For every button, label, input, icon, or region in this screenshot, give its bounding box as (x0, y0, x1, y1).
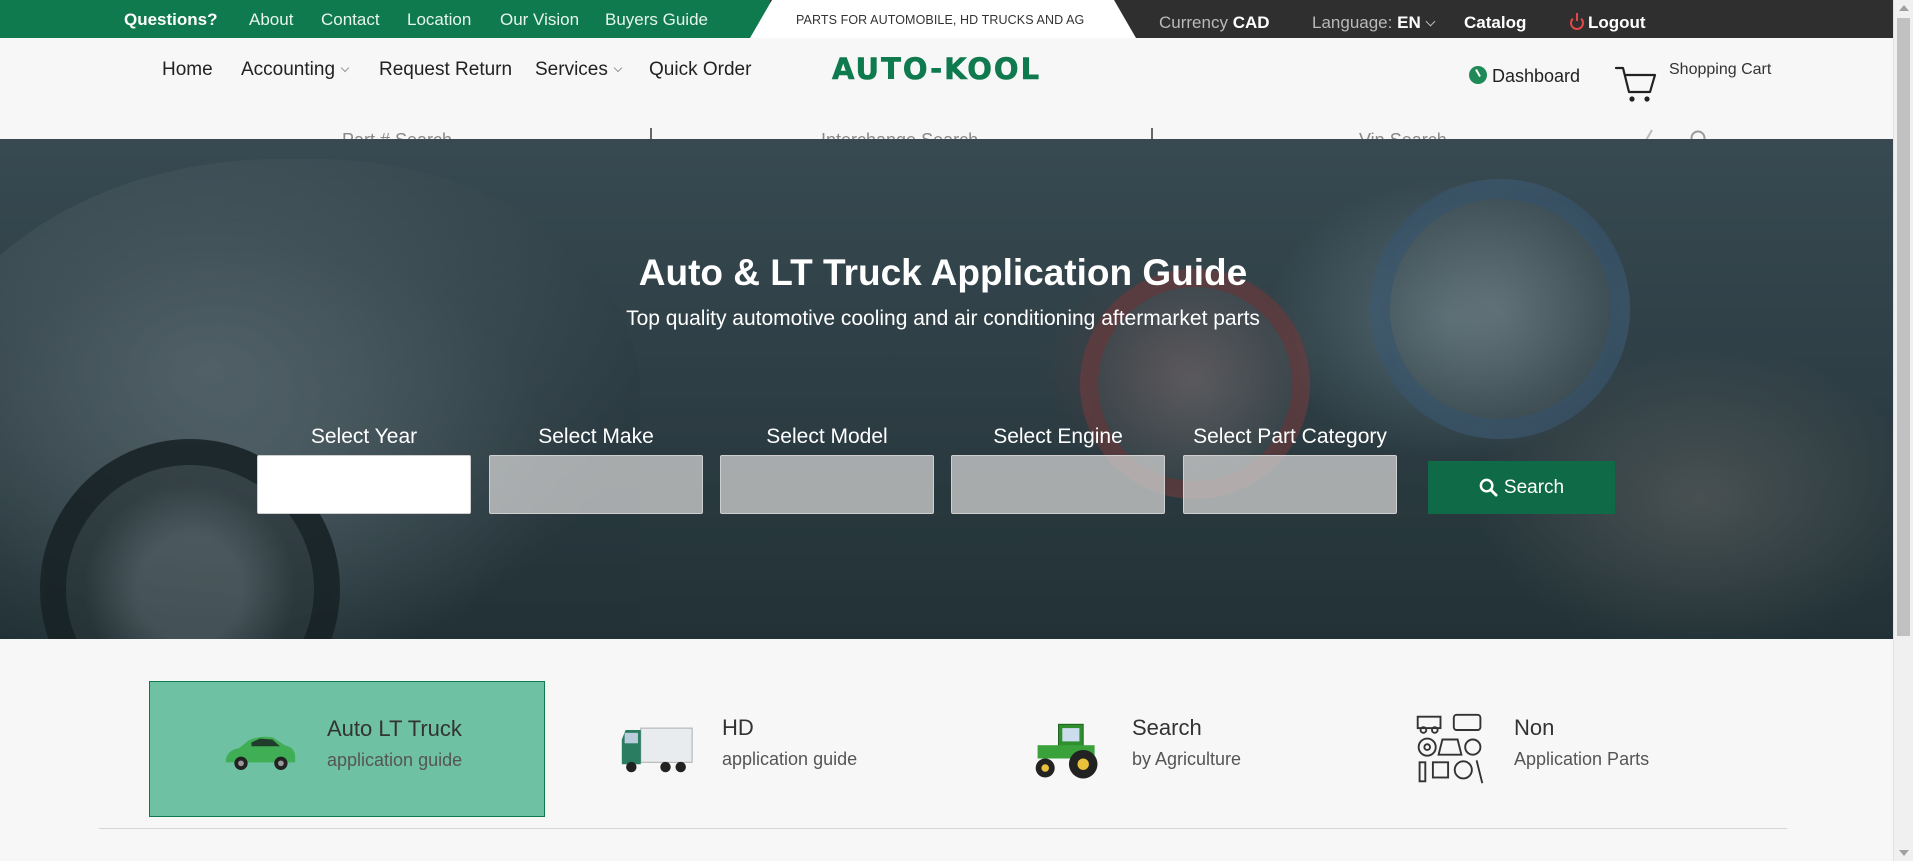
shopping-cart-icon[interactable] (1614, 64, 1658, 104)
select-part-category-dropdown[interactable] (1183, 455, 1397, 514)
search-icon (1479, 478, 1498, 497)
language-selector[interactable]: Language: EN (1312, 0, 1436, 38)
category-subtitle: application guide (722, 749, 858, 769)
select-engine-dropdown[interactable] (951, 455, 1165, 514)
category-non-application[interactable]: Non Application Parts (1337, 681, 1733, 817)
location-link[interactable]: Location (407, 0, 471, 38)
hero-subtitle: Top quality automotive cooling and air c… (626, 307, 1260, 330)
nav-services[interactable]: Services (535, 59, 623, 81)
select-make-dropdown[interactable] (489, 455, 703, 514)
category-hd[interactable]: HD application guide (545, 681, 941, 817)
category-subtitle: by Agriculture (1132, 749, 1242, 769)
nav-accounting[interactable]: Accounting (241, 59, 350, 81)
auto-kool-logo[interactable]: AUTO-KOOL (832, 52, 1041, 87)
hero-overlay (0, 139, 1893, 639)
parts-icon (1416, 713, 1484, 784)
search-button-label: Search (1503, 476, 1565, 498)
scrollbar-thumb[interactable] (1897, 18, 1910, 636)
questions-link[interactable]: Questions? (124, 0, 218, 38)
contact-link[interactable]: Contact (321, 0, 380, 38)
hero-title: Auto & LT Truck Application Guide (638, 252, 1248, 293)
select-year-label: Select Year (310, 425, 418, 448)
nav-home[interactable]: Home (162, 59, 213, 81)
category-title: Search (1132, 715, 1202, 740)
nav-accounting-label: Accounting (241, 59, 336, 80)
chevron-down-icon (340, 63, 350, 73)
shopping-cart-link[interactable]: Shopping Cart (1669, 61, 1771, 79)
nav-quick-order[interactable]: Quick Order (649, 59, 751, 81)
select-part-category-label: Select Part Category (1193, 425, 1387, 448)
tagline-text: PARTS FOR AUTOMOBILE, HD TRUCKS AND AG (796, 13, 1085, 27)
scroll-down-arrow-icon[interactable] (1899, 850, 1909, 856)
buyers-guide-link[interactable]: Buyers Guide (605, 0, 708, 38)
green-car-icon (225, 736, 296, 770)
search-button[interactable]: Search (1428, 461, 1615, 514)
select-model-dropdown[interactable] (720, 455, 934, 514)
select-model-label: Select Model (766, 425, 888, 448)
category-subtitle: Application Parts (1514, 749, 1650, 769)
category-agriculture[interactable]: Search by Agriculture (955, 681, 1351, 817)
chevron-down-icon (1425, 16, 1436, 27)
catalog-link[interactable]: Catalog (1464, 0, 1526, 38)
chevron-down-icon (613, 63, 623, 73)
select-make-label: Select Make (538, 425, 654, 448)
tractor-icon (1035, 723, 1098, 779)
currency-value: CAD (1232, 13, 1270, 32)
scroll-up-arrow-icon[interactable] (1899, 5, 1909, 11)
category-title: Non (1514, 715, 1555, 740)
category-subtitle: application guide (327, 750, 463, 770)
about-link[interactable]: About (249, 0, 293, 38)
nav-services-label: Services (535, 59, 608, 80)
page-scrollbar[interactable] (1893, 0, 1913, 861)
language-value: EN (1397, 13, 1421, 32)
category-title: Auto LT Truck (327, 716, 462, 741)
truck-icon (621, 727, 693, 773)
nav-request-return[interactable]: Request Return (379, 59, 512, 81)
select-engine-label: Select Engine (993, 425, 1123, 448)
logout-label: Logout (1588, 13, 1646, 32)
dashboard-link[interactable]: Dashboard (1469, 64, 1580, 87)
our-vision-link[interactable]: Our Vision (500, 0, 579, 38)
power-icon (1570, 13, 1584, 30)
currency-selector[interactable]: Currency CAD (1159, 0, 1270, 38)
language-label: Language: (1312, 13, 1393, 32)
dashboard-icon (1469, 66, 1487, 84)
currency-label: Currency (1159, 13, 1228, 32)
dashboard-label: Dashboard (1492, 66, 1581, 86)
select-year-dropdown[interactable] (257, 455, 471, 514)
hero-banner (0, 139, 1893, 639)
logout-link[interactable]: Logout (1570, 0, 1646, 38)
section-divider (99, 828, 1787, 829)
category-auto-lt-truck[interactable]: Auto LT Truck application guide (149, 681, 545, 817)
category-title: HD (722, 715, 754, 740)
